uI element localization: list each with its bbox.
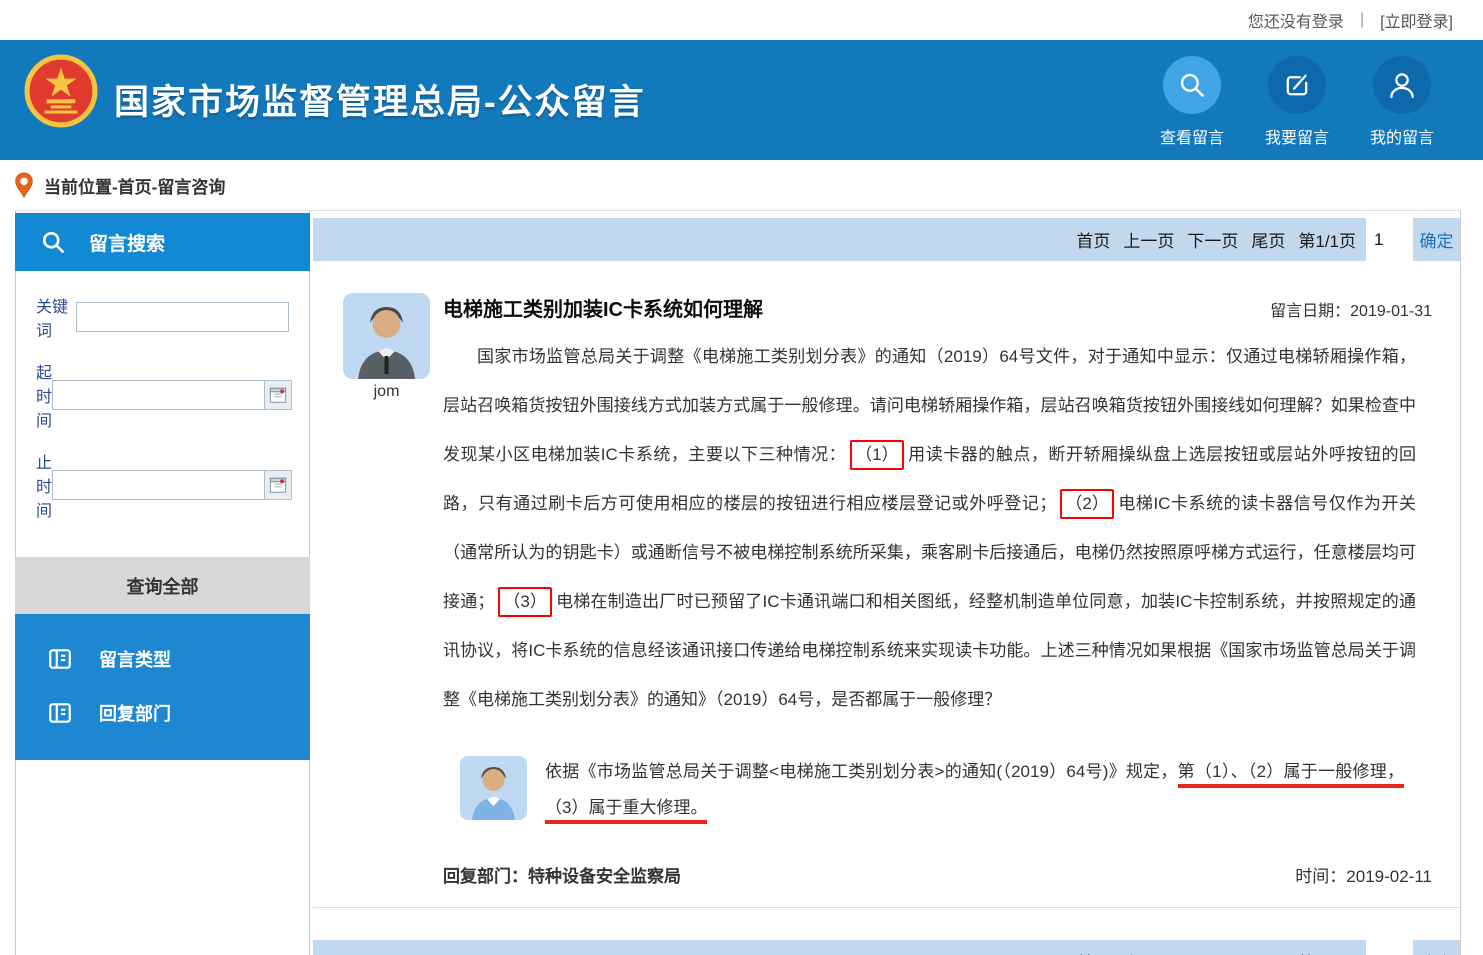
sidebar-search-form: 关键词 起时间 [16, 271, 309, 557]
end-time-row: 止时间 [36, 449, 289, 521]
reply-time-value: 2019-02-11 [1346, 867, 1432, 886]
page-number-input[interactable] [1366, 940, 1408, 955]
nav-my-messages[interactable]: 我的留言 [1352, 56, 1452, 148]
message-date-value: 2019-01-31 [1350, 303, 1432, 320]
query-all-button[interactable]: 查询全部 [15, 557, 310, 614]
avatar [343, 293, 430, 379]
page-prev-link[interactable]: 上一页 [1123, 227, 1174, 252]
message-item: jom 电梯施工类别加装IC卡系统如何理解 留言日期：2019-01-31 国家… [313, 293, 1460, 887]
sidebar: 留言搜索 关键词 起时间 [15, 211, 310, 955]
end-time-label: 止时间 [36, 449, 52, 521]
calendar-icon[interactable] [264, 471, 291, 499]
start-time-field [52, 380, 292, 410]
keyword-label: 关键词 [36, 293, 76, 341]
reply-department-label: 回复部门： [443, 867, 528, 886]
marker-1: （1） [850, 440, 903, 470]
sidebar-search-title: 留言搜索 [89, 229, 165, 256]
breadcrumb-text: 当前位置-首页-留言咨询 [44, 173, 225, 198]
nav-view-messages-label[interactable]: 查看留言 [1142, 124, 1242, 148]
main-content: 首页 上一页 下一页 尾页 第1/1页 确定 [313, 211, 1461, 955]
message-date-label: 留言日期： [1270, 303, 1350, 320]
reply-department: 回复部门：特种设备安全监察局 [443, 862, 681, 887]
page-info: 第1/1页 [1298, 949, 1356, 955]
message-header: 电梯施工类别加装IC卡系统如何理解 留言日期：2019-01-31 [443, 293, 1432, 322]
pagination-top: 首页 上一页 下一页 尾页 第1/1页 确定 [313, 218, 1460, 261]
pagination-bottom: 首页 上一页 下一页 尾页 第1/1页 确定 [313, 940, 1460, 955]
pagination-bar: 首页 上一页 下一页 尾页 第1/1页 [313, 218, 1366, 261]
top-status-bar: 您还没有登录 | [立即登录] [0, 0, 1483, 40]
list-icon [47, 646, 73, 672]
sidebar-item-reply-department[interactable]: 回复部门 [15, 686, 310, 740]
sidebar-item-message-type[interactable]: 留言类型 [15, 632, 310, 686]
reply-avatar [460, 756, 527, 820]
search-icon[interactable] [1163, 56, 1221, 114]
start-time-row: 起时间 [36, 359, 289, 431]
page-last-link[interactable]: 尾页 [1251, 227, 1285, 252]
page-last-link[interactable]: 尾页 [1251, 949, 1285, 955]
page-number-input[interactable] [1366, 218, 1408, 261]
keyword-row: 关键词 [36, 293, 289, 341]
reply-meta-row: 回复部门：特种设备安全监察局 时间：2019-02-11 [443, 862, 1432, 887]
topbar-divider: | [1360, 11, 1364, 29]
page-prev-link[interactable]: 上一页 [1123, 949, 1174, 955]
message-author: jom [343, 383, 430, 401]
sidebar-item-reply-department-label[interactable]: 回复部门 [99, 700, 171, 726]
calendar-icon[interactable] [264, 381, 291, 409]
reply-item: 依据《市场监管总局关于调整<电梯施工类别划分表>的通知(（2019）64号)》规… [313, 754, 1460, 826]
sidebar-menu: 留言类型 回复部门 [15, 614, 310, 760]
end-time-field [52, 470, 292, 500]
pagination-bar: 首页 上一页 下一页 尾页 第1/1页 [313, 940, 1366, 955]
page-confirm-button[interactable]: 确定 [1413, 940, 1460, 955]
nav-post-message-label[interactable]: 我要留言 [1247, 124, 1347, 148]
search-icon [39, 228, 67, 256]
sidebar-search-header: 留言搜索 [15, 213, 310, 271]
start-time-label: 起时间 [36, 359, 52, 431]
list-icon [47, 700, 73, 726]
page-next-link[interactable]: 下一页 [1187, 227, 1238, 252]
message-date: 留言日期：2019-01-31 [1270, 297, 1432, 321]
message-title: 电梯施工类别加装IC卡系统如何理解 [443, 293, 763, 322]
page-next-link[interactable]: 下一页 [1187, 949, 1238, 955]
end-time-input[interactable] [53, 471, 264, 499]
start-time-input[interactable] [53, 381, 264, 409]
body-text: 电梯在制造出厂时已预留了IC卡通讯端口和相关图纸，经整机制造单位同意，加装IC卡… [443, 592, 1416, 709]
login-now-link[interactable]: [立即登录] [1380, 8, 1453, 32]
page-first-link[interactable]: 首页 [1076, 949, 1110, 955]
page-confirm-button[interactable]: 确定 [1413, 218, 1460, 261]
location-pin-icon [14, 172, 34, 199]
reply-time-label: 时间： [1295, 867, 1346, 886]
nav-my-messages-label[interactable]: 我的留言 [1352, 124, 1452, 148]
page-info: 第1/1页 [1298, 227, 1356, 252]
login-status-text: 您还没有登录 [1248, 8, 1344, 32]
message-body: 国家市场监管总局关于调整《电梯施工类别划分表》的通知（2019）64号文件，对于… [443, 332, 1416, 724]
site-title: 国家市场监督管理总局-公众留言 [114, 74, 646, 125]
nav-view-messages[interactable]: 查看留言 [1142, 56, 1242, 148]
marker-2: （2） [1060, 489, 1113, 519]
national-emblem-logo [24, 54, 98, 128]
keyword-input[interactable] [76, 302, 289, 332]
sidebar-item-message-type-label[interactable]: 留言类型 [99, 646, 171, 672]
reply-department-value: 特种设备安全监察局 [528, 867, 681, 886]
site-header: 国家市场监督管理总局-公众留言 查看留言 我要留言 [0, 40, 1483, 160]
user-icon[interactable] [1373, 56, 1431, 114]
section-divider [313, 907, 1460, 908]
page-first-link[interactable]: 首页 [1076, 227, 1110, 252]
write-icon[interactable] [1268, 56, 1326, 114]
reply-time: 时间：2019-02-11 [1295, 862, 1432, 887]
reply-text: 依据《市场监管总局关于调整<电梯施工类别划分表>的通知(（2019）64号)》规… [545, 754, 1404, 826]
nav-post-message[interactable]: 我要留言 [1247, 56, 1347, 148]
breadcrumb: 当前位置-首页-留言咨询 [0, 160, 225, 210]
reply-segment: 依据《市场监管总局关于调整<电梯施工类别划分表>的通知(（2019）64号)》规… [545, 762, 1178, 781]
page: 您还没有登录 | [立即登录] 国家市场监督管理总局-公众留言 查看留言 [0, 0, 1483, 955]
marker-3: （3） [498, 587, 551, 617]
